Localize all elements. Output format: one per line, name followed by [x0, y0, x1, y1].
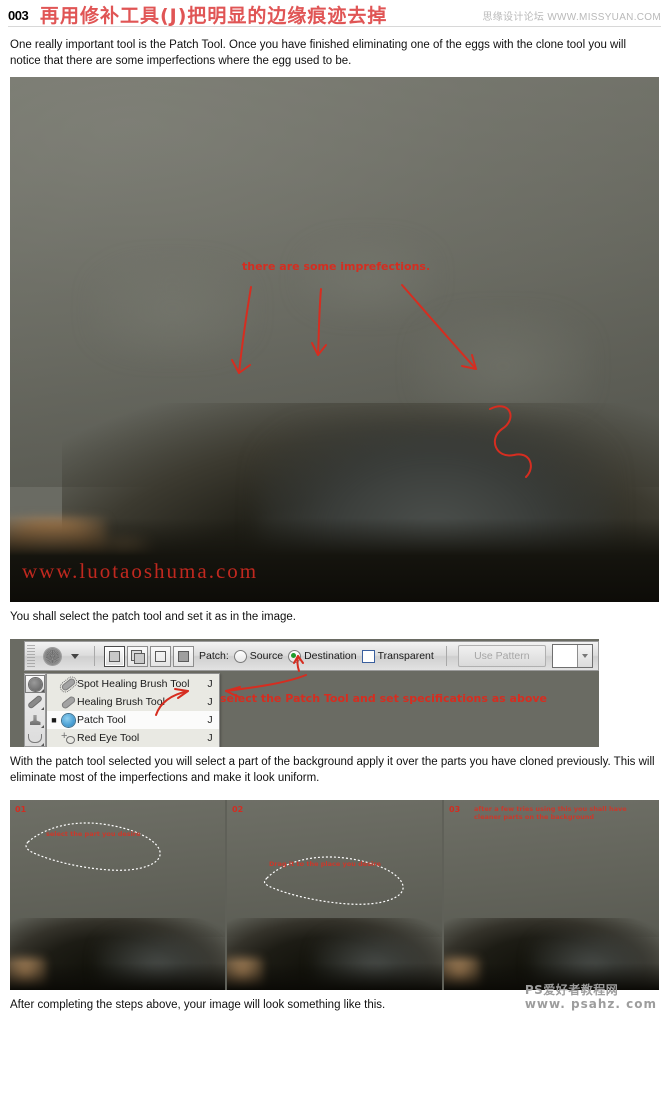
- imperfection-blob-2: [295, 234, 439, 319]
- bullet-marker: ■: [51, 714, 57, 725]
- menu-shortcut: J: [207, 714, 213, 726]
- panel-annotation-2: Drag it to the place you desire: [269, 860, 381, 868]
- screenshot-image-imperfections: there are some imprefections. www.luotao…: [10, 77, 659, 602]
- tools-panel: [24, 673, 46, 747]
- checkbox-transparent[interactable]: [361, 649, 375, 663]
- patch-tool-flyout-menu[interactable]: Spot Healing Brush Tool J Healing Brush …: [46, 670, 220, 747]
- photo-annotation-imperfections: there are some imprefections.: [242, 260, 431, 273]
- tool-patch[interactable]: [25, 675, 45, 693]
- selection-mode-group[interactable]: [104, 645, 194, 667]
- pattern-swatch-picker[interactable]: [551, 644, 593, 668]
- tutorial-page: 003 再用修补工具(J)把明显的边缘痕迹去掉 思缘设计论坛 WWW.MISSY…: [0, 0, 669, 1094]
- panel-number-1: 01: [15, 805, 27, 814]
- radio-source[interactable]: [233, 649, 247, 663]
- panel-annotation-1: select the part you desire: [46, 830, 141, 838]
- marching-ants-selection-2: [263, 856, 404, 905]
- photoshop-ui-screenshot: Patch: Source Destination Transparent Us…: [10, 639, 599, 747]
- healing-brush-icon: [59, 696, 77, 708]
- panel-number-3: 03: [449, 805, 461, 814]
- intersect-with-selection-button[interactable]: [173, 645, 194, 667]
- radio-destination-label: Destination: [304, 650, 357, 662]
- site-watermark: 思缘设计论坛 WWW.MISSYUAN.COM: [482, 12, 661, 23]
- tool-history-brush[interactable]: [25, 729, 45, 747]
- menu-label: Red Eye Tool: [77, 732, 140, 744]
- brush-preview-icon[interactable]: [39, 645, 65, 667]
- photo-watermark: www.luotaoshuma.com: [22, 559, 259, 583]
- menu-label: Patch Tool: [77, 714, 126, 726]
- new-selection-button[interactable]: [104, 645, 125, 667]
- triptych-panel-1: 01 select the part you desire: [10, 800, 225, 990]
- menu-item-healing-brush-tool[interactable]: Healing Brush Tool J: [47, 693, 219, 711]
- add-to-selection-button[interactable]: [127, 645, 148, 667]
- options-bar: Patch: Source Destination Transparent Us…: [24, 641, 599, 671]
- menu-shortcut: J: [207, 678, 213, 690]
- menu-label: Healing Brush Tool: [77, 696, 165, 708]
- step-number: 003: [8, 8, 29, 23]
- chevron-down-icon[interactable]: [71, 653, 79, 659]
- divider: [94, 646, 95, 666]
- divider-2: [445, 646, 447, 666]
- menu-label: Spot Healing Brush Tool: [77, 678, 190, 690]
- patch-label: Patch:: [199, 650, 229, 662]
- menu-item-red-eye-tool[interactable]: Red Eye Tool J: [47, 729, 219, 747]
- tool-clone-stamp[interactable]: [25, 711, 45, 729]
- footer-watermark-line2: www. psahz. com: [524, 997, 657, 1011]
- page-footer: After completing the steps above, your i…: [10, 983, 659, 1027]
- radio-source-label: Source: [249, 650, 284, 662]
- page-header: 003 再用修补工具(J)把明显的边缘痕迹去掉 思缘设计论坛 WWW.MISSY…: [0, 0, 669, 28]
- options-bar-grip[interactable]: [27, 645, 35, 667]
- use-pattern-button[interactable]: Use Pattern: [457, 645, 546, 667]
- imperfection-blob-1: [87, 255, 257, 361]
- pattern-swatch[interactable]: [552, 645, 577, 667]
- caption-select-tool: You shall select the patch tool and set …: [10, 611, 296, 623]
- menu-shortcut: J: [207, 696, 213, 708]
- menu-shortcut: J: [207, 732, 213, 744]
- intro-paragraph: One really important tool is the Patch T…: [10, 39, 627, 67]
- panel-annotation-3: after a few tries using this you shall h…: [474, 805, 627, 821]
- patch-tool-icon: [59, 713, 77, 727]
- header-divider: [8, 26, 661, 27]
- tool-brush[interactable]: [25, 693, 45, 711]
- panel-number-2: 02: [232, 805, 244, 814]
- red-eye-icon: [59, 731, 77, 744]
- checkbox-transparent-label: Transparent: [377, 650, 434, 662]
- menu-item-spot-healing-brush-tool[interactable]: Spot Healing Brush Tool J: [47, 670, 219, 698]
- page-title: 再用修补工具(J)把明显的边缘痕迹去掉: [40, 5, 388, 27]
- subtract-from-selection-button[interactable]: [150, 645, 171, 667]
- radio-destination[interactable]: [288, 649, 302, 663]
- triptych-panel-3: 03 after a few tries using this you shal…: [444, 800, 659, 990]
- footer-watermark-line1: PS爱好者教程网: [524, 983, 619, 997]
- menu-item-patch-tool[interactable]: ■ Patch Tool J: [47, 711, 219, 729]
- pattern-chevron-down-icon[interactable]: [576, 645, 592, 667]
- spot-healing-brush-icon: [58, 670, 78, 698]
- footer-watermark: PS爱好者教程网 www. psahz. com: [525, 983, 657, 1011]
- photoshop-annotation-text: select the Patch Tool and set specificat…: [220, 692, 548, 705]
- triptych-steps-image: 01 select the part you desire 02 Drag it…: [10, 800, 659, 990]
- triptych-panel-2: 02 Drag it to the place you desire: [227, 800, 442, 990]
- closing-caption: After completing the steps above, your i…: [10, 999, 386, 1011]
- paragraph-after-toolbar: With the patch tool selected you will se…: [10, 756, 655, 784]
- marching-ants-selection-1: [25, 822, 161, 871]
